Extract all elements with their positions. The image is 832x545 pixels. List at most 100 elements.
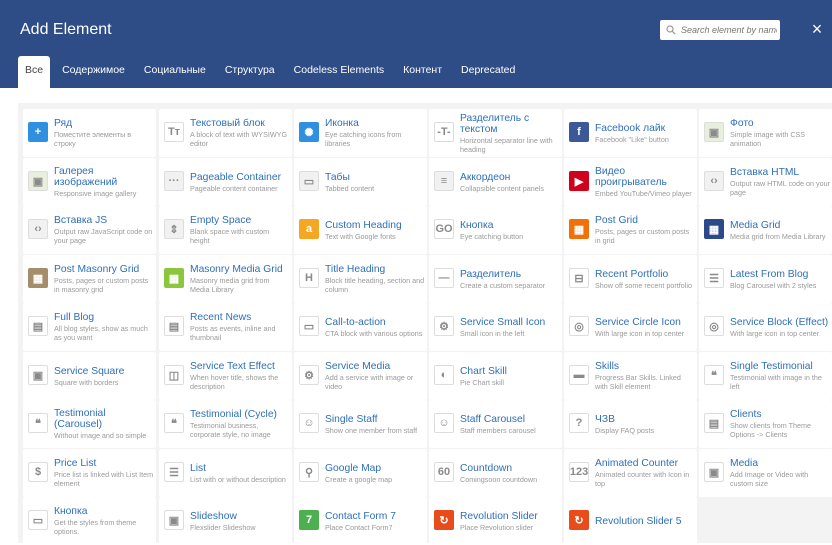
element-description: Without image and so simple: [54, 431, 147, 440]
element-name: Single Testimonial: [730, 361, 813, 372]
close-button[interactable]: ×: [808, 18, 826, 40]
element-tile[interactable]: ▣ Фото Simple image with CSS animation: [699, 109, 832, 157]
revolution-slider-icon: ↻: [434, 510, 454, 530]
element-tile[interactable]: ▣ Service Square Square with borders: [23, 352, 156, 400]
element-tile[interactable]: ↻ Revolution Slider 5: [564, 497, 697, 545]
element-tile[interactable]: ▣ Media Add Image or Video with custom siz…: [699, 449, 832, 497]
search-box[interactable]: [660, 20, 780, 40]
element-tile[interactable]: ☺ Staff Carousel Staff members carousel: [429, 400, 562, 448]
element-tile[interactable]: ◎ Service Circle Icon With large icon in t…: [564, 303, 697, 351]
element-tile[interactable]: ▬ Skills Progress Bar Skills. Linked with …: [564, 352, 697, 400]
tab-1[interactable]: Содержимое: [55, 56, 132, 88]
element-text: Single Staff Show one member from staff: [325, 400, 425, 448]
separator-icon: —: [434, 268, 454, 288]
element-text: Service Block (Effect) With large icon in…: [730, 303, 830, 351]
element-tile[interactable]: ⇕ Empty Space Blank space with custom heig…: [159, 206, 292, 254]
element-text: Service Square Square with borders: [54, 352, 154, 400]
element-tile[interactable]: ❝ Single Testimonial Testimonial with imag…: [699, 352, 832, 400]
element-tile[interactable]: ▦ Media Grid Media grid from Media Library: [699, 206, 832, 254]
full-blog-icon: ▤: [28, 316, 48, 336]
element-description: Eye catching icons from libraries: [325, 130, 402, 148]
element-tile[interactable]: ▭ Кнопка Get the styles from theme options…: [23, 497, 156, 545]
chart-skill-icon: ◐: [434, 365, 454, 385]
element-tile[interactable]: ▭ Табы Tabbed content: [294, 158, 427, 206]
element-tile[interactable]: ✺ Иконка Eye catching icons from libraries: [294, 109, 427, 157]
element-tile[interactable]: -T- Разделитель с текстом Horizontal separ…: [429, 109, 562, 157]
element-name: Call-to-action: [325, 316, 386, 328]
element-name: Pageable Container: [190, 171, 282, 183]
element-tile[interactable]: ≡ Аккордеон Collapsible content panels: [429, 158, 562, 206]
element-tile[interactable]: ⚙ Service Small Icon Small icon in the lef…: [429, 303, 562, 351]
element-tile[interactable]: ▣ Slideshow Flexslider Slideshow: [159, 497, 292, 545]
element-text: Facebook лайк Facebook "Like" button: [595, 109, 695, 157]
element-tile[interactable]: ▤ Clients Show clients from Theme Options …: [699, 400, 832, 448]
element-tile[interactable]: ◫ Service Text Effect When hover title, sh…: [159, 352, 292, 400]
element-tile[interactable]: ❝ Testimonial (Cycle) Testimonial business…: [159, 400, 292, 448]
call-to-action-icon: ▭: [299, 316, 319, 336]
media-grid-icon: ▦: [704, 219, 724, 239]
element-tile[interactable]: ☰ List List with or without description: [159, 449, 292, 497]
element-tile[interactable]: ··· Pageable Container Pageable content co…: [159, 158, 292, 206]
tab-3[interactable]: Структура: [218, 56, 282, 88]
element-name: Post Masonry Grid: [54, 264, 140, 275]
element-tile[interactable]: ↻ Revolution Slider Place Revolution slide…: [429, 497, 562, 545]
element-tile[interactable]: ⚲ Google Map Create a google map: [294, 449, 427, 497]
element-text: List List with or without description: [190, 449, 290, 497]
element-description: Posts, pages or custom posts in grid: [595, 227, 690, 245]
element-tile[interactable]: ❝ Testimonial (Carousel) Without image and…: [23, 400, 156, 448]
tab-0[interactable]: Все: [18, 56, 51, 88]
element-text: Skills Progress Bar Skills. Linked with S…: [595, 352, 695, 400]
element-name: Google Map: [325, 462, 382, 474]
tab-4[interactable]: Codeless Elements: [287, 56, 391, 88]
element-tile[interactable]: ▤ Recent News Posts as events, inline and …: [159, 303, 292, 351]
element-description: Comingsoon countdown: [460, 474, 538, 484]
tab-5[interactable]: Контент: [396, 56, 449, 88]
element-text: Иконка Eye catching icons from libraries: [325, 109, 425, 157]
element-tile[interactable]: 123 Animated Counter Animated counter with…: [564, 449, 697, 497]
slideshow-icon: ▣: [164, 510, 184, 530]
tab-6[interactable]: Deprecated: [454, 56, 522, 88]
element-text: Call-to-action CTA block with various opt…: [325, 303, 425, 351]
service-small-icon-icon: ⚙: [434, 316, 454, 336]
element-tile[interactable]: $ Price List Price list is linked with Lis…: [23, 449, 156, 497]
element-tile[interactable]: H Title Heading Block title heading, secti…: [294, 255, 427, 303]
element-tile[interactable]: + Ряд Поместите элементы в строку: [23, 109, 156, 157]
search-input[interactable]: [681, 25, 777, 35]
element-text: Google Map Create a google map: [325, 449, 425, 497]
element-tile[interactable]: ☰ Latest From Blog Blog Carousel with 2 st…: [699, 255, 832, 303]
element-tile[interactable]: ◎ Service Block (Effect) With large icon i…: [699, 303, 832, 351]
list-icon: ☰: [164, 462, 184, 482]
element-tile[interactable]: ▶ Видео проигрыватель Embed YouTube/Vimeo …: [564, 158, 697, 206]
element-tile[interactable]: ▦ Post Grid Posts, pages or custom posts i…: [564, 206, 697, 254]
element-description: Small icon in the left: [460, 328, 525, 338]
element-description: Testimonial with image in the left: [730, 373, 822, 391]
element-tile[interactable]: — Разделитель Create a custom separator: [429, 255, 562, 303]
element-tile[interactable]: ▭ Call-to-action CTA block with various op…: [294, 303, 427, 351]
element-tile[interactable]: ▦ Post Masonry Grid Posts, pages or custom…: [23, 255, 156, 303]
element-tile[interactable]: 7 Contact Form 7 Place Contact Form7: [294, 497, 427, 545]
tab-2[interactable]: Социальные: [137, 56, 213, 88]
element-name: Разделитель с текстом: [460, 112, 530, 135]
element-tile[interactable]: ? ЧЗВ Display FAQ posts: [564, 400, 697, 448]
element-tile[interactable]: Tт Текстовый блок A block of text with WYS…: [159, 109, 292, 157]
element-text: Staff Carousel Staff members carousel: [460, 400, 560, 448]
element-tile[interactable]: ◐ Chart Skill Pie Chart skill: [429, 352, 562, 400]
element-tile[interactable]: 60 Countdown Comingsoon countdown: [429, 449, 562, 497]
element-tile[interactable]: ⚙ Service Media Add a service with image o…: [294, 352, 427, 400]
element-name: Animated Counter: [595, 458, 678, 469]
element-tile[interactable]: ▣ Галерея изображений Responsive image gal…: [23, 158, 156, 206]
element-text: Ряд Поместите элементы в строку: [54, 109, 154, 157]
element-tile[interactable]: ⊟ Recent Portfolio Show off some recent po…: [564, 255, 697, 303]
element-tile[interactable]: f Facebook лайк Facebook "Like" button: [564, 109, 697, 157]
staff-carousel-icon: ☺: [434, 413, 454, 433]
element-tile[interactable]: ▤ Full Blog All blog styles, show as much …: [23, 303, 156, 351]
element-tile[interactable]: ▦ Masonry Media Grid Masonry media grid fr…: [159, 255, 292, 303]
element-name: Slideshow: [190, 510, 237, 522]
element-tile[interactable]: ‹› Вставка HTML Output raw HTML code on yo…: [699, 158, 832, 206]
element-description: With large icon in top center: [730, 328, 820, 338]
element-tile[interactable]: ☺ Single Staff Show one member from staff: [294, 400, 427, 448]
element-name: Service Square: [54, 365, 125, 377]
element-tile[interactable]: a Custom Heading Text with Google fonts: [294, 206, 427, 254]
element-tile[interactable]: GO Кнопка Eye catching button: [429, 206, 562, 254]
element-tile[interactable]: ‹› Вставка JS Output raw JavaScript code o…: [23, 206, 156, 254]
